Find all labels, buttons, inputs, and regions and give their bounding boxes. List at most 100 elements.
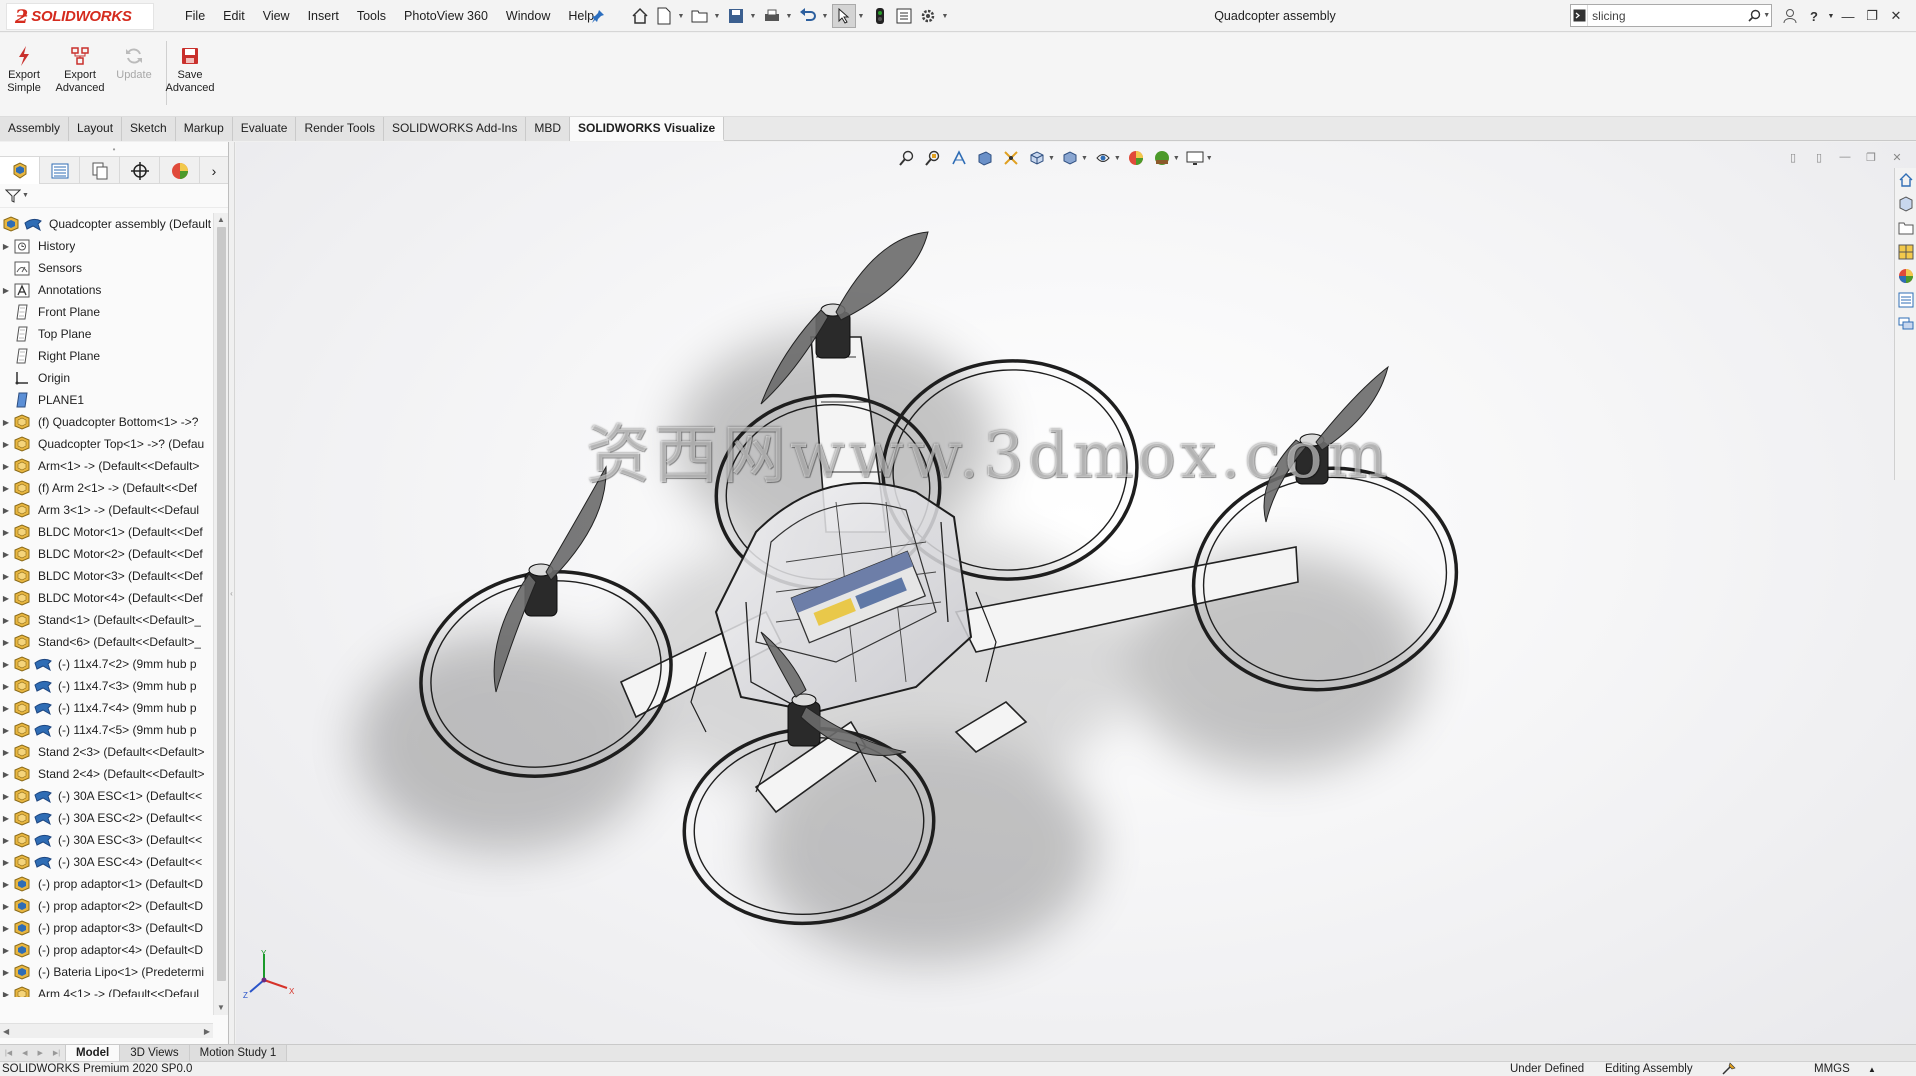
new-document-icon[interactable] [652, 4, 676, 28]
tree-item-11x4-7-2-9mm-hub-p[interactable]: ▶ (-) 11x4.7<2> (9mm hub p [0, 653, 213, 675]
expand-arrow-icon[interactable]: ▶ [0, 880, 12, 889]
tree-item-quadcopter-top-1-defau[interactable]: ▶ Quadcopter Top<1> ->? (Defau [0, 433, 213, 455]
export-simple-button[interactable]: Export Simple [0, 45, 50, 95]
status-units-dropdown-icon[interactable]: ▲ [1868, 1062, 1876, 1076]
panel-splitter[interactable]: ‹ [229, 142, 235, 1044]
split-left-icon[interactable]: ▯ [1780, 146, 1806, 168]
graphics-area[interactable]: 资西网www.3dmox.com Y X Z ▼ ▼ ▼ ▼ ▼ ▯ ▯ — ❐… [236, 142, 1916, 1044]
expand-arrow-icon[interactable]: ▶ [0, 242, 12, 251]
panel-grip[interactable]: • [0, 142, 228, 156]
scroll-down-icon[interactable]: ▼ [214, 1001, 228, 1015]
expand-arrow-icon[interactable]: ▶ [0, 572, 12, 581]
tree-item-arm-3-1-default-defaul[interactable]: ▶ Arm 3<1> -> (Default<<Defaul [0, 499, 213, 521]
tree-item-bldc-motor-1-default-def[interactable]: ▶ BLDC Motor<1> (Default<<Def [0, 521, 213, 543]
expand-arrow-icon[interactable]: ▶ [0, 462, 12, 471]
options-dropdown-icon[interactable]: ▼ [940, 4, 950, 28]
tree-root[interactable]: Quadcopter assembly (Default [0, 213, 213, 235]
expand-arrow-icon[interactable]: ▶ [0, 528, 12, 537]
search-dropdown-icon[interactable]: ▼ [1762, 12, 1771, 19]
hide-show-items-icon[interactable] [1092, 147, 1114, 169]
tab-solidworks-add-ins[interactable]: SOLIDWORKS Add-Ins [383, 117, 527, 141]
more-tabs-icon[interactable]: › [200, 157, 228, 184]
menu-photoview-360[interactable]: PhotoView 360 [395, 0, 497, 32]
tab-mbd[interactable]: MBD [526, 117, 570, 141]
tree-item-top-plane[interactable]: Top Plane [0, 323, 213, 345]
expand-arrow-icon[interactable]: ▶ [0, 418, 12, 427]
tab-solidworks-visualize[interactable]: SOLIDWORKS Visualize [570, 117, 725, 141]
search-icon[interactable] [1747, 9, 1762, 22]
search-box[interactable]: ▼ [1570, 4, 1772, 27]
collapse-panel-icon[interactable]: ‹ [230, 589, 233, 598]
tree-item-bldc-motor-4-default-def[interactable]: ▶ BLDC Motor<4> (Default<<Def [0, 587, 213, 609]
search-commands-icon[interactable] [1571, 5, 1589, 26]
expand-arrow-icon[interactable]: ▶ [0, 726, 12, 735]
tree-item-bldc-motor-2-default-def[interactable]: ▶ BLDC Motor<2> (Default<<Def [0, 543, 213, 565]
open-folder-icon[interactable] [688, 4, 712, 28]
expand-arrow-icon[interactable]: ▶ [0, 902, 12, 911]
apply-scene-icon[interactable] [1151, 147, 1173, 169]
select-cursor-icon[interactable] [832, 4, 856, 28]
tab-markup[interactable]: Markup [175, 117, 233, 141]
help-dropdown-icon[interactable]: ▼ [1826, 0, 1836, 32]
select-dropdown-icon[interactable]: ▼ [856, 4, 866, 28]
tree-item-bldc-motor-3-default-def[interactable]: ▶ BLDC Motor<3> (Default<<Def [0, 565, 213, 587]
expand-arrow-icon[interactable]: ▶ [0, 990, 12, 998]
expand-arrow-icon[interactable]: ▶ [0, 594, 12, 603]
tab-evaluate[interactable]: Evaluate [232, 117, 297, 141]
view-orientation-dropdown-icon[interactable]: ▼ [1048, 155, 1055, 162]
tree-item-right-plane[interactable]: Right Plane [0, 345, 213, 367]
tree-item-history[interactable]: ▶ History [0, 235, 213, 257]
quadcopter-model[interactable] [236, 142, 1916, 1044]
zoom-to-area-icon[interactable] [922, 147, 944, 169]
menu-insert[interactable]: Insert [299, 0, 348, 32]
expand-arrow-icon[interactable]: ▶ [0, 660, 12, 669]
home-icon[interactable] [628, 4, 652, 28]
help-icon[interactable]: ? [1802, 0, 1826, 32]
expand-arrow-icon[interactable]: ▶ [0, 682, 12, 691]
save-icon[interactable] [724, 4, 748, 28]
expand-arrow-icon[interactable]: ▶ [0, 506, 12, 515]
file-explorer-icon[interactable] [1895, 216, 1916, 240]
print-icon[interactable] [760, 4, 784, 28]
appearances-icon[interactable] [1895, 264, 1916, 288]
view-palette-icon[interactable] [1895, 240, 1916, 264]
save-advanced-button[interactable]: Save Advanced [164, 45, 216, 95]
tab-assembly[interactable]: Assembly [0, 117, 70, 141]
first-tab-icon[interactable]: |◀ [5, 1049, 12, 1057]
tab-feature-manager[interactable] [0, 157, 40, 184]
status-units[interactable]: MMGS [1814, 1062, 1850, 1076]
print-dropdown-icon[interactable]: ▼ [784, 4, 794, 28]
tree-item-bateria-lipo-1-predetermi[interactable]: ▶ (-) Bateria Lipo<1> (Predetermi [0, 961, 213, 983]
tree-item-30a-esc-2-default[interactable]: ▶ (-) 30A ESC<2> (Default<< [0, 807, 213, 829]
tree-item-prop-adaptor-3-default-d[interactable]: ▶ (-) prop adaptor<3> (Default<D [0, 917, 213, 939]
tree-item-prop-adaptor-2-default-d[interactable]: ▶ (-) prop adaptor<2> (Default<D [0, 895, 213, 917]
expand-arrow-icon[interactable]: ▶ [0, 704, 12, 713]
scroll-right-icon[interactable]: ▶ [204, 1027, 210, 1036]
expand-arrow-icon[interactable]: ▶ [0, 286, 12, 295]
close-icon[interactable]: ✕ [1884, 0, 1908, 32]
menu-edit[interactable]: Edit [214, 0, 254, 32]
tree-item-arm-4-1-default-defaul[interactable]: ▶ Arm 4<1> -> (Default<<Defaul [0, 983, 213, 997]
user-account-icon[interactable] [1778, 0, 1802, 32]
tree-item-f-arm-2-1-default-def[interactable]: ▶ (f) Arm 2<1> -> (Default<<Def [0, 477, 213, 499]
viewport-restore-icon[interactable]: ❐ [1858, 146, 1884, 168]
expand-arrow-icon[interactable]: ▶ [0, 792, 12, 801]
dynamic-annotation-icon[interactable] [1000, 147, 1022, 169]
tab-layout[interactable]: Layout [69, 117, 123, 141]
expand-arrow-icon[interactable]: ▶ [0, 484, 12, 493]
tree-item-sensors[interactable]: Sensors [0, 257, 213, 279]
next-tab-icon[interactable]: ▶ [37, 1049, 42, 1057]
undo-dropdown-icon[interactable]: ▼ [820, 4, 830, 28]
rebuild-status-icon[interactable] [1722, 1062, 1736, 1076]
menu-view[interactable]: View [254, 0, 299, 32]
tab-display-manager[interactable] [160, 157, 200, 184]
scroll-up-icon[interactable]: ▲ [214, 213, 228, 227]
menu-file[interactable]: File [176, 0, 214, 32]
filter-dropdown-icon[interactable]: ▼ [22, 192, 29, 199]
open-dropdown-icon[interactable]: ▼ [712, 4, 722, 28]
tree-item-stand-1-default-default[interactable]: ▶ Stand<1> (Default<<Default>_ [0, 609, 213, 631]
minimize-icon[interactable]: — [1836, 0, 1860, 32]
view-settings-icon[interactable] [1184, 147, 1206, 169]
tree-vertical-scrollbar[interactable]: ▲ ▼ [213, 213, 228, 1015]
tree-item-plane1[interactable]: PLANE1 [0, 389, 213, 411]
